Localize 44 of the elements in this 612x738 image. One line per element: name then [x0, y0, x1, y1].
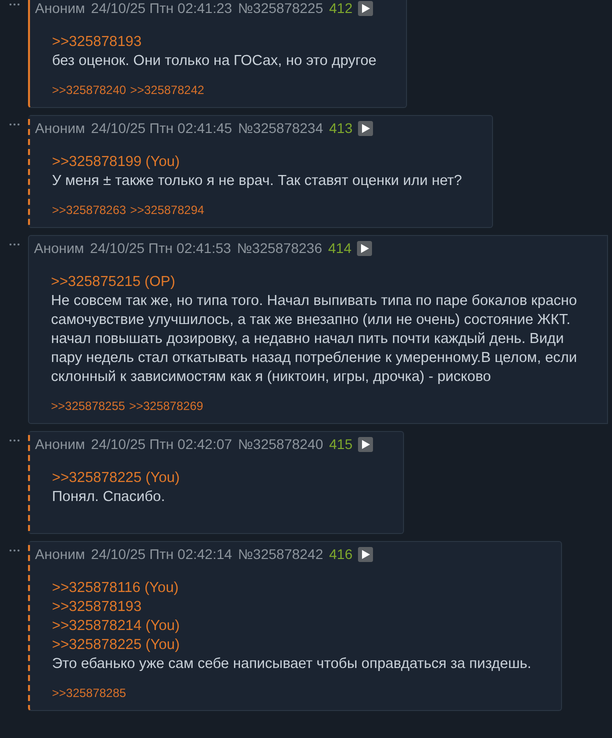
post-date: 24/10/25 Птн 02:41:45: [91, 119, 232, 138]
post-number[interactable]: №325878240: [238, 434, 324, 455]
post-number[interactable]: №325878236: [237, 238, 322, 259]
post-ordinal: 412: [329, 0, 352, 18]
post-text: Не совсем так же, но типа того. Начал выпивать типа по паре бокалов красно: [51, 292, 577, 311]
quote-link[interactable]: >>325878214 (You): [52, 617, 180, 636]
post-number[interactable]: №325878234: [238, 118, 324, 139]
post-number[interactable]: №325878242: [238, 544, 324, 565]
quote-link[interactable]: >>325878193: [52, 598, 142, 617]
quote-link[interactable]: >>325878199 (You): [52, 153, 180, 172]
post-text: склонный к зависимостям как я (никтоин, игры, дрочка) - рисково: [51, 368, 491, 387]
post-text: без оценок. Они только на ГОСах, но это другое: [52, 52, 376, 71]
post-text: пару недель стал откатывать назад потребление к умеренному.В целом, если: [51, 349, 577, 368]
quote-link[interactable]: >>325878225 (You): [52, 469, 180, 488]
post-text: У меня ± также только я не врач. Так ставят оценки или нет?: [52, 172, 462, 191]
post-text: начал повышать дозировку, а недавно начал пить почти каждый день. Види: [51, 330, 564, 349]
post-number[interactable]: №325878225: [238, 0, 324, 19]
post-date: 24/10/25 Птн 02:41:53: [90, 239, 232, 258]
post-text: Понял. Спасибо.: [52, 488, 165, 507]
post-text: самочувствие улучшилось, а так же внезапно (или не очень) состояние ЖКТ.: [51, 311, 570, 330]
quote-link[interactable]: >>325878116 (You): [52, 579, 179, 598]
author-name: Аноним: [35, 119, 86, 138]
post-date: 24/10/25 Птн 02:42:14: [91, 545, 232, 564]
post-date: 24/10/25 Птн 02:42:07: [91, 435, 232, 454]
post-text: Это ебанько уже сам себе написывает чтобы оправдаться за пиздешь.: [52, 655, 532, 674]
author-name: Аноним: [35, 0, 86, 18]
quote-link[interactable]: >>325875215 (OP): [51, 273, 176, 292]
post-ordinal: 413: [329, 119, 352, 138]
post-ordinal: 416: [329, 545, 352, 564]
reply-link[interactable]: >>325878263: [52, 201, 126, 219]
post-date: 24/10/25 Птн 02:41:23: [91, 0, 232, 18]
reply-link[interactable]: >>325878285: [52, 684, 126, 702]
quote-link[interactable]: >>325878193: [52, 33, 142, 52]
author-name: Аноним: [35, 435, 86, 454]
author-name: Аноним: [34, 239, 84, 258]
reply-link[interactable]: >>325878242: [130, 81, 204, 99]
post-ordinal: 415: [329, 435, 352, 454]
reply-link[interactable]: >>325878294: [130, 201, 204, 219]
reply-link[interactable]: >>325878255: [51, 397, 126, 415]
reply-link[interactable]: >>325878269: [129, 397, 204, 415]
author-name: Аноним: [35, 545, 86, 564]
quote-link[interactable]: >>325878225 (You): [52, 636, 180, 655]
post-ordinal: 414: [328, 239, 352, 258]
reply-link[interactable]: >>325878240: [52, 81, 126, 99]
